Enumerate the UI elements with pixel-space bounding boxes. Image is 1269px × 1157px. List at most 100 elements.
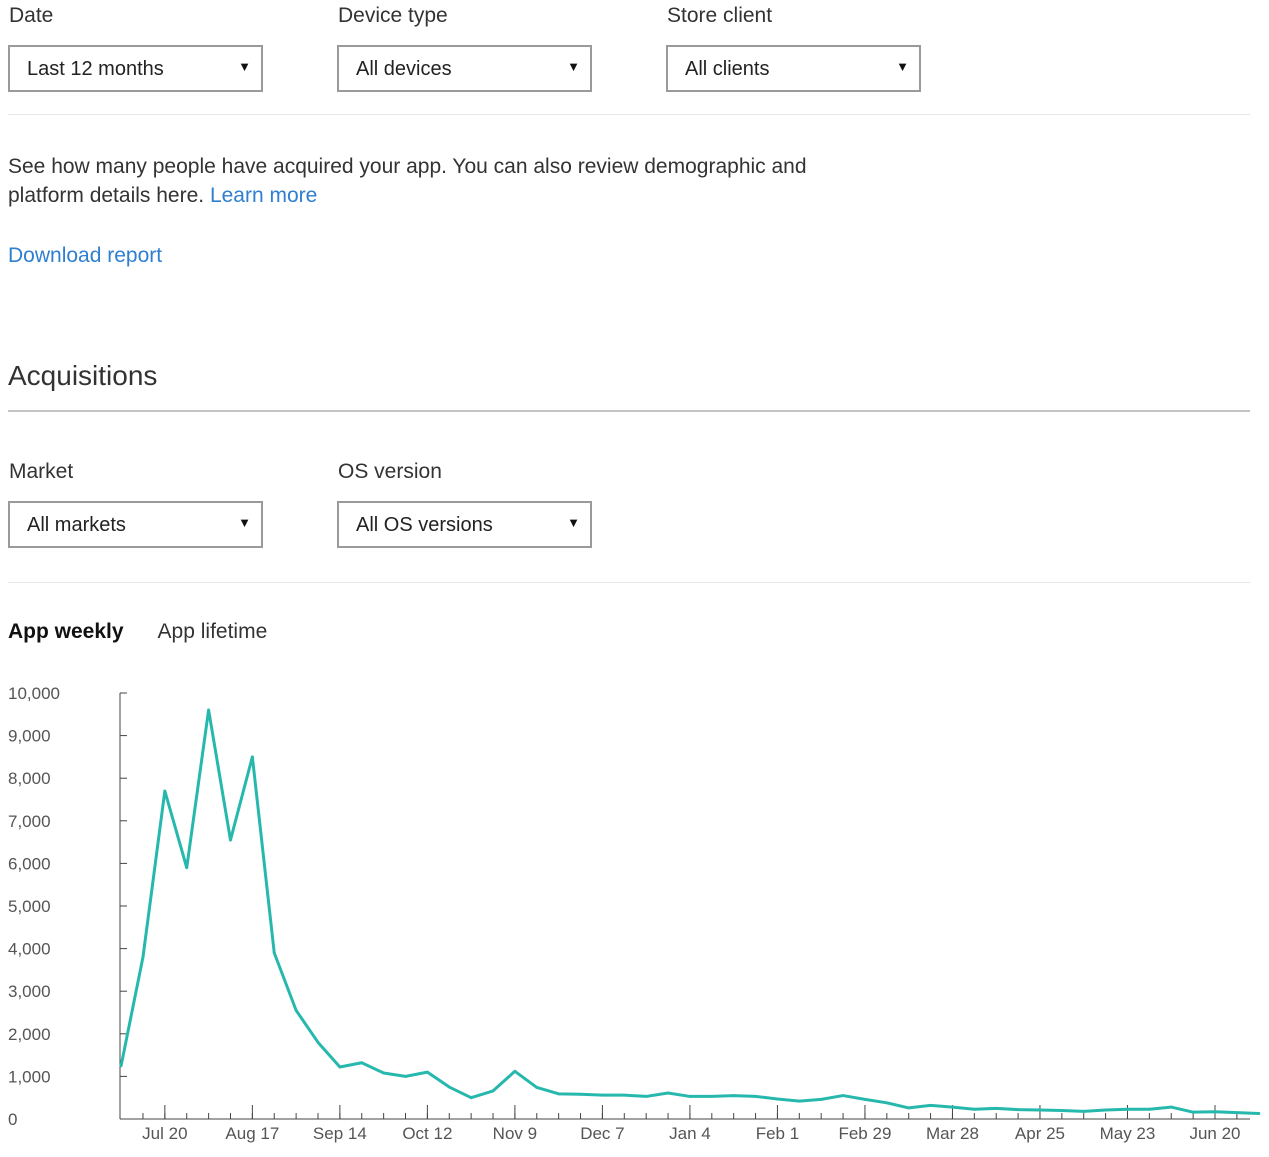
- divider: [8, 582, 1250, 583]
- store-client-label: Store client: [667, 4, 773, 27]
- data-point: [557, 1092, 561, 1096]
- data-point: [404, 1075, 407, 1078]
- download-report-link[interactable]: Download report: [8, 244, 162, 268]
- tab-app-weekly[interactable]: App weekly: [8, 620, 124, 644]
- data-point: [951, 1105, 954, 1109]
- data-point: [1016, 1108, 1020, 1112]
- y-tick-label: 1,000: [8, 1067, 51, 1086]
- store-client-select-value: All clients: [685, 58, 770, 80]
- x-tick-label: Feb 29: [838, 1124, 891, 1143]
- data-point: [644, 1095, 648, 1098]
- data-point: [272, 951, 276, 955]
- chart-tabs: App weekly App lifetime: [8, 620, 267, 644]
- data-point: [710, 1095, 714, 1098]
- triangle-down-icon: ▼: [238, 515, 251, 530]
- data-point: [207, 708, 211, 712]
- device-type-select[interactable]: All devices ▼: [337, 45, 592, 92]
- data-point: [863, 1098, 867, 1101]
- data-point: [819, 1098, 823, 1101]
- data-point: [229, 838, 232, 842]
- data-point: [1235, 1111, 1239, 1115]
- y-tick-label: 4,000: [8, 940, 51, 959]
- x-tick-label: Mar 28: [926, 1124, 979, 1143]
- triangle-down-icon: ▼: [238, 59, 251, 74]
- data-point: [885, 1101, 889, 1105]
- data-point: [425, 1070, 429, 1074]
- data-point: [732, 1094, 736, 1097]
- y-tick-label: 0: [8, 1110, 17, 1129]
- series-line: [119, 708, 1261, 1115]
- data-point: [250, 755, 254, 759]
- os-version-select-value: All OS versions: [356, 514, 493, 536]
- data-point: [1082, 1109, 1086, 1113]
- data-point: [579, 1092, 582, 1096]
- y-tick-label: 10,000: [8, 684, 60, 703]
- data-point: [447, 1085, 451, 1089]
- data-point: [666, 1091, 670, 1095]
- data-point: [141, 955, 145, 959]
- data-point: [163, 789, 167, 793]
- data-point: [841, 1094, 845, 1097]
- data-point: [1060, 1109, 1064, 1112]
- os-version-select[interactable]: All OS versions ▼: [337, 501, 592, 548]
- date-label: Date: [9, 4, 54, 27]
- data-point: [119, 1064, 123, 1068]
- data-point: [469, 1096, 473, 1100]
- divider: [8, 114, 1250, 115]
- triangle-down-icon: ▼: [896, 59, 909, 74]
- device-type-label: Device type: [338, 4, 448, 27]
- x-tick-label: Jan 4: [669, 1124, 711, 1143]
- data-point: [1191, 1110, 1195, 1114]
- date-select-value: Last 12 months: [27, 58, 164, 80]
- os-version-label: OS version: [338, 460, 442, 483]
- learn-more-link[interactable]: Learn more: [210, 184, 317, 207]
- data-point: [1257, 1112, 1261, 1115]
- triangle-down-icon: ▼: [567, 515, 580, 530]
- data-point: [1147, 1107, 1151, 1111]
- y-tick-label: 8,000: [8, 769, 51, 788]
- x-tick-label: Sep 14: [313, 1124, 367, 1143]
- data-point: [491, 1089, 495, 1093]
- data-point: [294, 1008, 298, 1012]
- x-tick-label: Apr 25: [1015, 1124, 1065, 1143]
- data-point: [338, 1065, 342, 1069]
- data-point: [1104, 1108, 1108, 1112]
- x-tick-label: Jul 20: [142, 1124, 187, 1143]
- data-point: [972, 1107, 976, 1111]
- section-divider: [8, 410, 1250, 412]
- x-tick-label: Nov 9: [493, 1124, 537, 1143]
- data-point: [797, 1099, 801, 1103]
- tab-app-lifetime[interactable]: App lifetime: [158, 620, 268, 644]
- y-tick-label: 3,000: [8, 982, 51, 1001]
- y-tick-label: 7,000: [8, 812, 51, 831]
- data-point: [622, 1093, 626, 1097]
- data-point: [535, 1086, 539, 1089]
- triangle-down-icon: ▼: [567, 59, 580, 74]
- data-point: [382, 1071, 386, 1075]
- store-client-select[interactable]: All clients ▼: [666, 45, 921, 92]
- data-point: [994, 1106, 998, 1110]
- y-tick-label: 6,000: [8, 854, 51, 873]
- x-tick-label: Aug 17: [225, 1124, 279, 1143]
- data-point: [601, 1093, 604, 1097]
- x-tick-label: Dec 7: [580, 1124, 624, 1143]
- data-point: [907, 1106, 911, 1110]
- market-select[interactable]: All markets ▼: [8, 501, 263, 548]
- data-point: [316, 1040, 320, 1044]
- description-text: See how many people have acquired your a…: [8, 155, 807, 207]
- y-tick-label: 5,000: [8, 897, 51, 916]
- description: See how many people have acquired your a…: [8, 152, 868, 210]
- y-tick-label: 9,000: [8, 727, 51, 746]
- y-tick-label: 2,000: [8, 1025, 51, 1044]
- data-point: [929, 1103, 932, 1107]
- data-point: [1038, 1108, 1042, 1112]
- data-point: [513, 1069, 517, 1073]
- x-tick-label: Jun 20: [1189, 1124, 1240, 1143]
- data-point: [185, 866, 189, 870]
- data-point: [1126, 1107, 1129, 1111]
- x-tick-label: Feb 1: [756, 1124, 799, 1143]
- data-point: [1213, 1110, 1217, 1114]
- data-point: [360, 1061, 364, 1065]
- date-select[interactable]: Last 12 months ▼: [8, 45, 263, 92]
- x-tick-label: May 23: [1100, 1124, 1156, 1143]
